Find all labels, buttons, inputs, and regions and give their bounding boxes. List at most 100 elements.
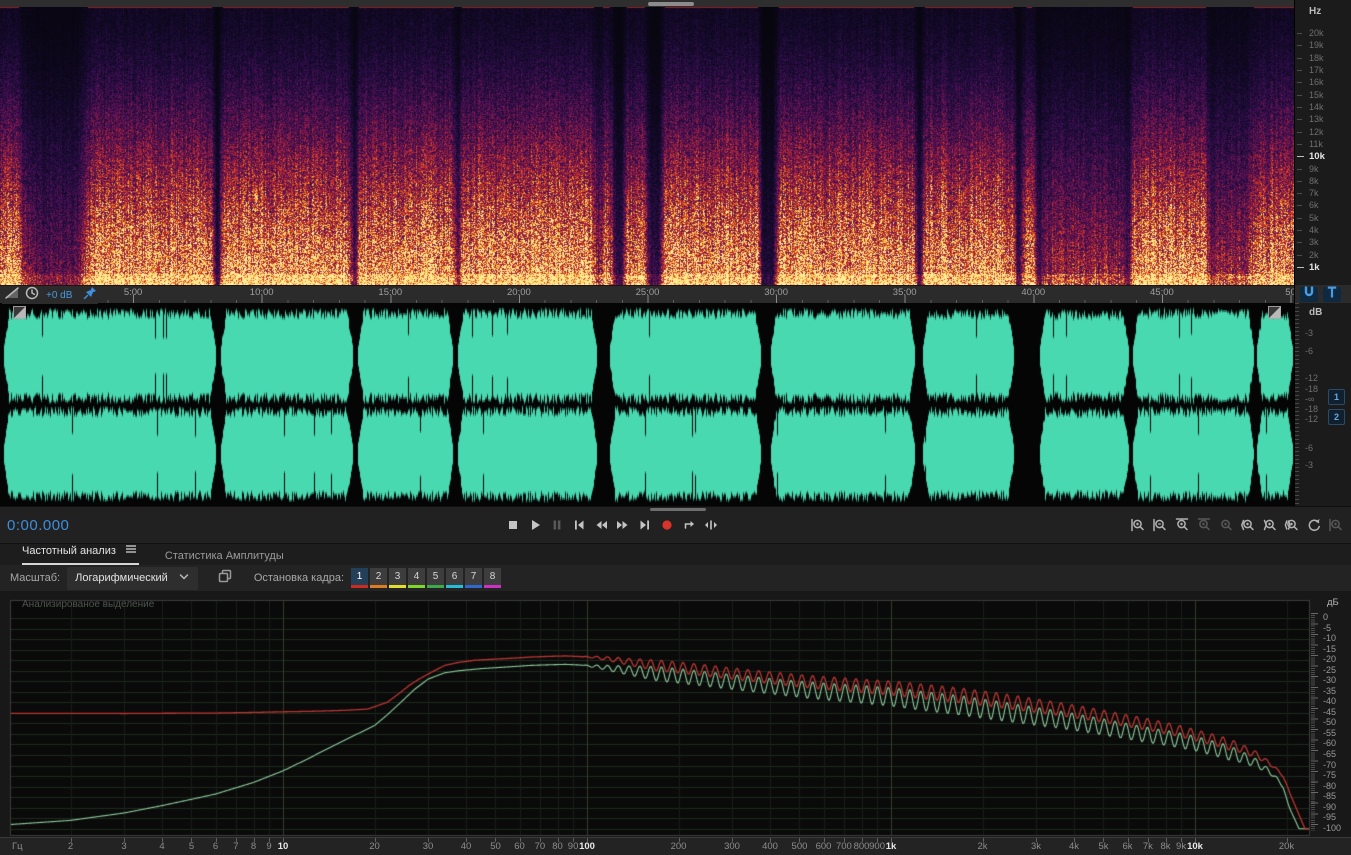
x-axis-tick-label: 200 — [670, 841, 687, 852]
rewind-button[interactable] — [592, 516, 610, 534]
skip-selection-button[interactable] — [702, 516, 720, 534]
frequency-scale-unit: Hz — [1309, 6, 1322, 17]
waveform-panel[interactable] — [0, 303, 1294, 506]
x-axis-tick-label: 3 — [121, 841, 127, 852]
corner-handle-icon[interactable] — [13, 306, 26, 319]
amplitude-tick-label: -12 — [1305, 414, 1319, 424]
zoom-selection-button[interactable] — [1283, 516, 1301, 534]
pin-icon[interactable] — [82, 285, 98, 306]
hold-button-7[interactable]: 7 — [465, 568, 483, 588]
zoom-in-button[interactable] — [1129, 516, 1147, 534]
time-label: 15:00 — [378, 287, 403, 298]
y-axis-tick-label: -20 — [1323, 654, 1337, 665]
scale-select[interactable]: Логарифмический — [67, 566, 198, 590]
hold-button-5[interactable]: 5 — [427, 568, 445, 588]
audio-editor-window: Hz 20k 19k 18k 17k 16k 15k 14k 13k 12k 11k 10k 9k 8k… — [0, 0, 1351, 855]
analysis-controls: Масштаб: Логарифмический Остановка кадра… — [0, 565, 1351, 591]
zoom-in-selection-button[interactable] — [1173, 516, 1191, 534]
loop-playback-button[interactable] — [680, 516, 698, 534]
frequency-tick-label: 20k — [1309, 28, 1324, 38]
x-axis-tick-label: 80 — [552, 841, 563, 852]
frequency-tick — [1297, 45, 1302, 47]
pause-button[interactable] — [548, 516, 566, 534]
stop-button[interactable] — [504, 516, 522, 534]
x-axis-tick-label: 800 — [853, 841, 870, 852]
hold-label: Остановка кадра: — [253, 572, 345, 584]
frequency-tick — [1297, 94, 1302, 96]
zoom-full-button[interactable] — [1217, 516, 1235, 534]
marker-button[interactable] — [1323, 286, 1341, 302]
hold-button-2[interactable]: 2 — [370, 568, 388, 588]
decibel-ruler-major-ticks — [1311, 613, 1318, 831]
clock-icon[interactable] — [24, 285, 40, 306]
x-axis-tick-label: 9k — [1176, 841, 1187, 852]
waveform-display[interactable] — [0, 303, 1294, 506]
frequency-tick-label: 19k — [1309, 40, 1324, 51]
spectrogram-display[interactable] — [0, 7, 1294, 285]
time-label: 40:00 — [1021, 287, 1046, 298]
snap-magnet-button[interactable] — [1300, 286, 1318, 302]
panel-resize-handle[interactable] — [650, 508, 706, 511]
x-axis-tick-label: 900 — [869, 841, 886, 852]
zoom-out-selection-button[interactable] — [1195, 516, 1213, 534]
fast-forward-button[interactable] — [614, 516, 632, 534]
hold-button-3[interactable]: 3 — [389, 568, 407, 588]
hold-button-6[interactable]: 6 — [446, 568, 464, 588]
scale-select-value: Логарифмический — [75, 572, 168, 584]
zoom-selection-right-button[interactable] — [1261, 516, 1279, 534]
decibel-axis: дБ 0 -5 -10 -15 -20 -25 -30 -35 -40 -45 -50 -55 -60-… — [1311, 591, 1351, 837]
timeline-ruler[interactable]: +0 dB 5:00 10:00 15:00 20:00 25:00 30:00 35:00… — [0, 285, 1296, 306]
time-label: 10:00 — [249, 287, 274, 298]
playhead-time-display[interactable]: 0:00.000 — [7, 517, 69, 534]
frequency-tick-label: 1k — [1309, 262, 1320, 274]
x-axis-tick-label: 700 — [835, 841, 852, 852]
frequency-tick-label: 17k — [1309, 64, 1324, 75]
x-axis-tick-label: 8k — [1160, 841, 1171, 852]
play-button[interactable] — [526, 516, 544, 534]
x-axis-tick-label: 70 — [534, 841, 546, 852]
hold-button-4[interactable]: 4 — [408, 568, 426, 588]
x-axis-tick-label: 50 — [490, 841, 501, 852]
panel-menu-icon[interactable] — [123, 541, 139, 560]
x-axis-tick-label: 60 — [514, 841, 525, 852]
amplitude-tick-label: -3 — [1305, 460, 1314, 470]
y-axis-tick-label: -35 — [1323, 685, 1337, 696]
y-axis-tick-label: -85 — [1323, 791, 1337, 802]
channel-2-button[interactable]: 2 — [1328, 409, 1345, 425]
tab-frequency-analysis[interactable]: Частотный анализ — [22, 541, 139, 565]
tab-amplitude-statistics[interactable]: Статистика Амплитуды — [165, 550, 284, 565]
x-axis-tick-label: 300 — [724, 841, 740, 852]
x-axis-tick-label: 10 — [277, 841, 289, 852]
frequency-tick — [1297, 254, 1302, 256]
amplitude-scale: dB -3 -6 -12 -18 -∞ -18 -12 -6 -3 1 2 — [1294, 303, 1351, 506]
frequency-axis: Гц 2 3 4 5 6 7 8 9 10 20 30 40 50 60 70 80 90 100 200 300 40… — [0, 837, 1351, 855]
gain-value-label[interactable]: +0 dB — [46, 290, 72, 301]
skip-to-end-button[interactable] — [636, 516, 654, 534]
y-axis-tick-label: -60 — [1323, 738, 1337, 749]
plot-overlay-label: Анализированое выделение — [22, 599, 155, 610]
x-axis-tick-label: 1k — [885, 841, 897, 852]
skip-to-start-button[interactable] — [570, 516, 588, 534]
zoom-out-button[interactable] — [1151, 516, 1169, 534]
hold-button-8[interactable]: 8 — [484, 568, 502, 588]
zoom-time-button[interactable] — [1327, 516, 1345, 534]
frequency-tick-label: 9k — [1309, 163, 1319, 174]
channel-1-button[interactable]: 1 — [1328, 389, 1345, 405]
x-axis-tick-label: 5k — [1098, 841, 1109, 852]
x-axis-tick-label: 400 — [762, 841, 778, 852]
x-axis-tick-label: 6 — [212, 841, 219, 852]
y-axis-unit: дБ — [1327, 597, 1339, 608]
reset-zoom-button[interactable] — [1305, 516, 1323, 534]
corner-handle-icon[interactable] — [1268, 306, 1281, 319]
zoom-selection-left-button[interactable] — [1239, 516, 1257, 534]
chevron-down-icon — [176, 569, 192, 588]
frequency-tick-label: 5k — [1309, 212, 1319, 223]
fade-envelope-icon[interactable] — [4, 285, 20, 306]
copy-to-clipboard-button[interactable] — [216, 569, 234, 587]
spectrogram-panel[interactable] — [0, 7, 1294, 285]
hold-button-1[interactable]: 1 — [351, 568, 369, 588]
record-button[interactable] — [658, 516, 676, 534]
frequency-tick — [1297, 180, 1302, 182]
x-axis-tick-label: 5 — [188, 841, 195, 852]
scrollbar-handle[interactable] — [648, 2, 694, 6]
